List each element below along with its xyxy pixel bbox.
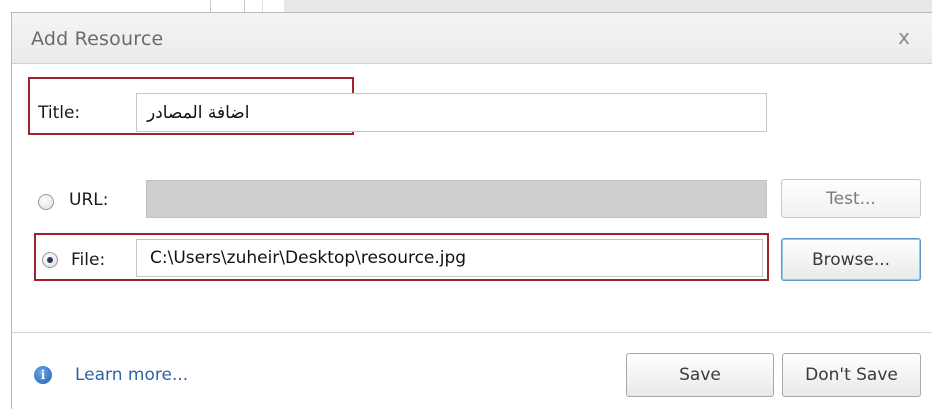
dont-save-button[interactable]: Don't Save: [782, 353, 921, 397]
file-input-value: C:\Users\zuheir\Desktop\resource.jpg: [150, 248, 467, 268]
file-radio-dot: [47, 257, 53, 263]
footer-divider: [12, 332, 932, 333]
title-input[interactable]: اضافة المصادر: [136, 93, 767, 132]
background-bar: [284, 0, 932, 12]
screen: Add Resource x Title: اضافة المصادر URL:…: [0, 0, 932, 409]
add-resource-dialog: Add Resource x Title: اضافة المصادر URL:…: [11, 12, 932, 409]
background-divider: [244, 0, 245, 12]
file-label: File:: [71, 250, 106, 270]
file-radio[interactable]: [42, 252, 58, 268]
url-input[interactable]: [146, 180, 767, 218]
learn-more-link[interactable]: Learn more...: [75, 365, 188, 385]
url-label: URL:: [69, 190, 109, 210]
save-button[interactable]: Save: [626, 353, 774, 397]
info-icon: i: [34, 366, 52, 384]
close-icon[interactable]: x: [892, 25, 916, 49]
background-divider: [262, 0, 263, 12]
dialog-titlebar: Add Resource x: [12, 13, 932, 64]
browse-button[interactable]: Browse...: [781, 238, 921, 281]
background-divider: [210, 0, 211, 12]
url-radio[interactable]: [38, 194, 54, 210]
test-button[interactable]: Test...: [781, 179, 921, 218]
title-input-value: اضافة المصادر: [147, 102, 250, 123]
title-label: Title:: [38, 103, 81, 123]
dialog-title: Add Resource: [31, 28, 164, 50]
file-input[interactable]: C:\Users\zuheir\Desktop\resource.jpg: [136, 239, 763, 277]
